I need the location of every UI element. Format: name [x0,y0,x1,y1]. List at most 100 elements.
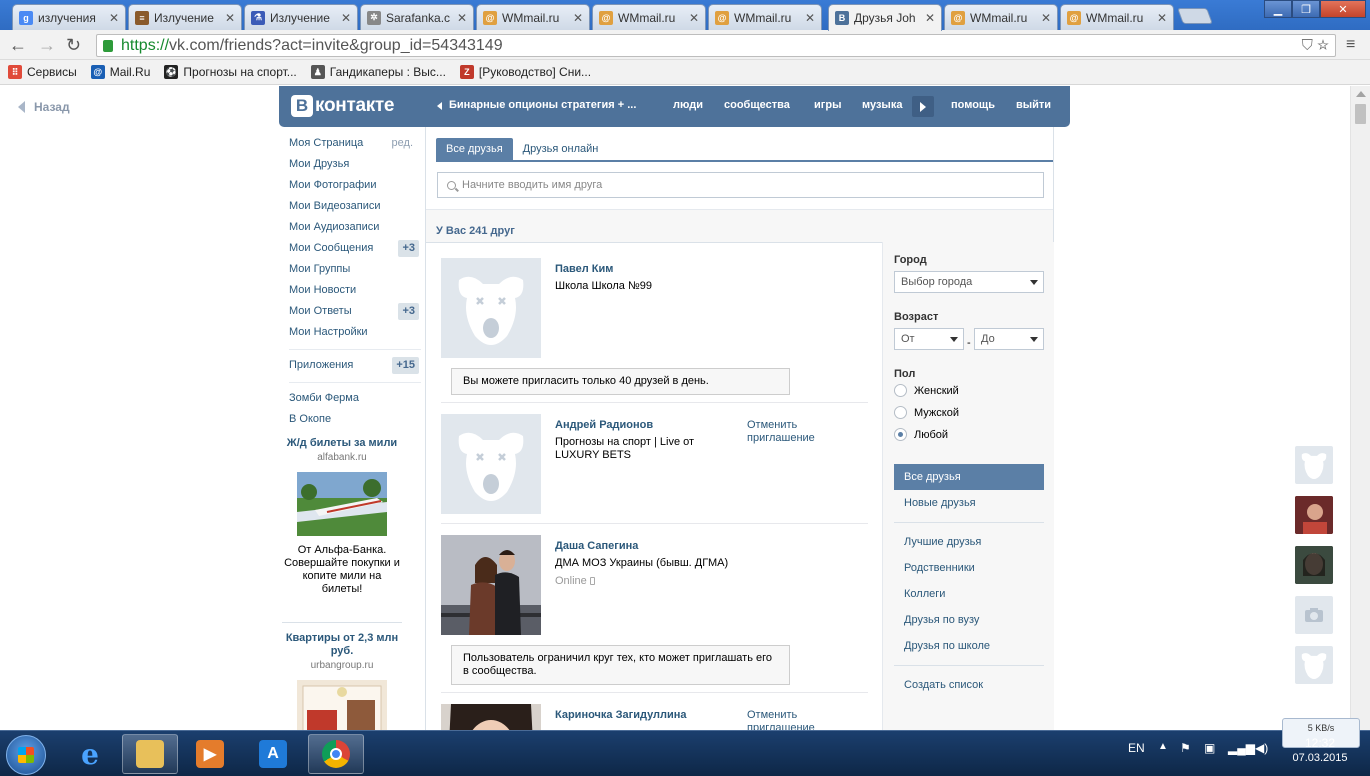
scroll-up-icon[interactable] [1356,91,1366,97]
address-bar[interactable]: https://vk.com/friends?act=invite&group_… [96,34,1336,57]
friend-search-input[interactable]: Начните вводить имя друга [437,172,1044,198]
bookmark-item[interactable]: Z [Руководство] Сни... [459,65,591,79]
close-tab-icon[interactable]: ✕ [225,11,235,25]
leftnav-item[interactable]: Мои Аудиозаписи [289,220,419,241]
minimize-button[interactable]: ▁ [1264,0,1292,18]
bookmark-item[interactable]: ⚽ Прогнозы на спорт... [164,65,297,79]
list-relatives[interactable]: Родственники [894,555,1044,581]
bookmark-item[interactable]: @ Mail.Ru [90,65,150,79]
maximize-button[interactable]: ❐ [1292,0,1320,18]
app-link[interactable]: В Окопе [289,412,419,433]
close-window-button[interactable]: ✕ [1320,0,1366,18]
close-tab-icon[interactable]: ✕ [109,11,119,25]
browser-tab[interactable]: g излучения ✕ [12,4,126,30]
nav-games[interactable]: игры [814,99,841,111]
friend-name[interactable]: Даша Сапегина [555,540,638,552]
chat-avatar[interactable] [1295,546,1333,584]
reload-icon[interactable]: ↻ [66,35,81,56]
chat-avatar[interactable] [1295,496,1333,534]
forward-arrow-icon[interactable]: → [38,35,56,56]
ad-block-1[interactable]: Ж/д билеты за мили alfabank.ru От Альфа-… [282,437,402,596]
close-tab-icon[interactable]: ✕ [341,11,351,25]
app-taskbar-button[interactable]: A [245,734,301,774]
nav-people[interactable]: люди [673,99,703,111]
city-select[interactable]: Выбор города [894,271,1044,293]
sex-radio-any[interactable]: Любой [894,428,948,441]
play-icon[interactable] [912,96,934,117]
language-indicator[interactable]: EN [1128,741,1145,755]
app-title-link[interactable]: Бинарные опционы стратегия + ... [449,99,636,111]
list-school[interactable]: Друзья по школе [894,633,1044,659]
close-tab-icon[interactable]: ✕ [1041,11,1051,25]
chrome-menu-icon[interactable]: ≡ [1346,36,1355,54]
sex-radio-female[interactable]: Женский [894,384,959,397]
bookmark-item[interactable]: ⠿ Сервисы [8,65,77,79]
avatar[interactable] [441,535,541,635]
media-taskbar-button[interactable]: ▶ [182,734,238,774]
browser-tab[interactable]: ≡ Излучение ✕ [128,4,242,30]
friend-info[interactable]: ДМА МОЗ Украины (бывш. ДГМА) [555,557,740,570]
flag-icon[interactable]: ⚑ [1180,741,1191,755]
leftnav-item[interactable]: Мои Фотографии [289,178,419,199]
create-list-link[interactable]: Создать список [894,672,1044,698]
close-tab-icon[interactable]: ✕ [573,11,583,25]
page-scrollbar[interactable] [1350,86,1370,730]
chat-avatar[interactable] [1295,646,1333,684]
camera-icon[interactable] [1295,596,1333,634]
leftnav-item[interactable]: Мои Новости [289,283,419,304]
nav-communities[interactable]: сообщества [724,99,790,111]
close-tab-icon[interactable]: ✕ [1157,11,1167,25]
ad-title[interactable]: Ж/д билеты за мили [282,437,402,450]
leftnav-item[interactable]: Мои Группы [289,262,419,283]
friend-name[interactable]: Андрей Радионов [555,419,653,431]
browser-tab[interactable]: @ WMmail.ru ✕ [708,4,822,30]
tab-all-friends[interactable]: Все друзья [436,138,513,161]
leftnav-item[interactable]: Мои Видеозаписи [289,199,419,220]
leftnav-item[interactable]: Мои Сообщения +3 [289,240,419,262]
leftnav-item[interactable]: Мои Настройки [289,325,419,346]
ad-block-2[interactable]: Квартиры от 2,3 млн руб. urbangroup.ru [282,632,402,730]
ad-image[interactable] [297,680,387,730]
new-tab-button[interactable] [1177,8,1213,24]
device-icon[interactable]: ▣ [1204,741,1215,755]
close-tab-icon[interactable]: ✕ [457,11,467,25]
list-colleagues[interactable]: Коллеги [894,581,1044,607]
friend-info[interactable]: Прогнозы на спорт | Live от LUXURY BETS [555,436,740,462]
browser-tab[interactable]: ⚗ Излучение ✕ [244,4,358,30]
browser-tab[interactable]: @ WMmail.ru ✕ [476,4,590,30]
nav-logout[interactable]: выйти [1016,99,1051,111]
ad-image[interactable] [297,472,387,536]
edit-link[interactable]: ред. [392,136,413,151]
age-from-select[interactable]: От [894,328,964,350]
browser-tab[interactable]: ✲ Sarafanka.c ✕ [360,4,474,30]
friend-name[interactable]: Кариночка Загидуллина [555,709,687,721]
browser-tab[interactable]: В Друзья Joh ✕ [828,4,942,31]
age-to-select[interactable]: До [974,328,1044,350]
tray-expand-icon[interactable]: ▲ [1158,741,1168,752]
filter-all-friends[interactable]: Все друзья [894,464,1044,490]
scroll-thumb[interactable] [1355,104,1366,124]
sex-radio-male[interactable]: Мужской [894,406,959,419]
browser-tab[interactable]: @ WMmail.ru ✕ [592,4,706,30]
avatar[interactable] [441,414,541,514]
left-arrow-icon[interactable] [437,102,442,110]
bookmark-star-icon[interactable]: ⛉ ☆ [1302,37,1329,54]
close-tab-icon[interactable]: ✕ [689,11,699,25]
back-link[interactable]: Назад [18,100,70,114]
avatar[interactable] [441,704,541,730]
chrome-taskbar-button[interactable] [308,734,364,774]
system-clock[interactable]: 12:32 07.03.2015 [1288,736,1352,766]
vk-logo[interactable]: В контакте [291,95,395,117]
leftnav-item[interactable]: Мои Ответы +3 [289,303,419,325]
browser-tab[interactable]: @ WMmail.ru ✕ [1060,4,1174,30]
ad-title[interactable]: Квартиры от 2,3 млн руб. [282,632,402,658]
start-button[interactable] [6,735,46,775]
avatar[interactable] [441,258,541,358]
browser-tab[interactable]: @ WMmail.ru ✕ [944,4,1058,30]
close-tab-icon[interactable]: ✕ [805,11,815,25]
cancel-invite-link[interactable]: Отменить приглашение [747,419,827,445]
nav-help[interactable]: помощь [951,99,995,111]
friend-name[interactable]: Павел Ким [555,263,613,275]
filter-new-friends[interactable]: Новые друзья [894,490,1044,516]
app-link[interactable]: Зомби Ферма [289,391,419,412]
